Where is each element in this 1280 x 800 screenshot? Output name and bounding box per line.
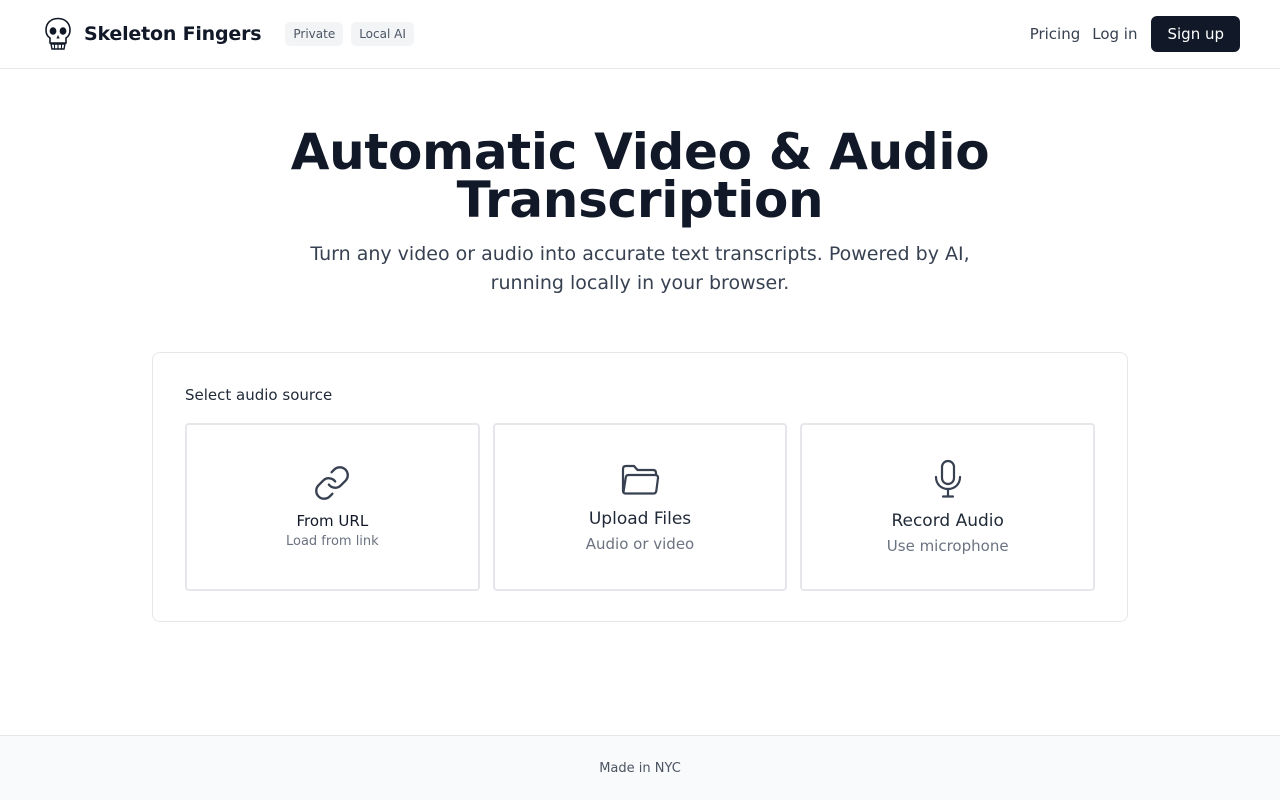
badge-private: Private: [285, 22, 344, 46]
audio-source-label: Select audio source: [185, 386, 333, 404]
link-icon: [315, 466, 350, 500]
audio-source-panel: Select audio source From URL Load from l…: [152, 352, 1128, 622]
hero-section: Automatic Video & Audio Transcription Tu…: [0, 123, 1280, 298]
upload-files-option[interactable]: Upload Files Audio or video: [492, 423, 788, 591]
folder-icon: [621, 464, 660, 495]
site-header: Skeleton Fingers Private Local AI Pricin…: [0, 0, 1280, 69]
from-url-option[interactable]: From URL Load from link: [185, 423, 480, 591]
brand-name: Skeleton Fingers: [84, 23, 262, 45]
record-audio-title: Record Audio: [891, 511, 1004, 531]
login-link[interactable]: Log in: [1092, 25, 1137, 43]
signup-button[interactable]: Sign up: [1151, 16, 1240, 52]
from-url-subtitle: Load from link: [285, 534, 379, 549]
record-audio-option[interactable]: Record Audio Use microphone: [800, 423, 1096, 591]
site-footer: Made in NYC: [0, 735, 1280, 800]
audio-source-options: From URL Load from link Upload Files Aud…: [185, 423, 1096, 591]
brand-link[interactable]: Skeleton Fingers: [44, 17, 262, 51]
pricing-link[interactable]: Pricing: [1030, 25, 1081, 43]
upload-files-subtitle: Audio or video: [585, 535, 695, 553]
footer-text: Made in NYC: [599, 760, 681, 776]
top-nav: Pricing Log in Sign up: [1018, 16, 1240, 52]
upload-files-title: Upload Files: [588, 509, 692, 529]
page-title: Automatic Video & Audio Transcription: [290, 123, 990, 229]
record-audio-subtitle: Use microphone: [886, 537, 1009, 555]
skull-icon: [45, 17, 71, 50]
badge-local-ai: Local AI: [351, 22, 414, 46]
from-url-title: From URL: [296, 512, 369, 530]
badge-group: Private Local AI: [285, 22, 422, 46]
microphone-icon: [934, 459, 961, 498]
page-subtitle: Turn any video or audio into accurate te…: [310, 243, 970, 294]
